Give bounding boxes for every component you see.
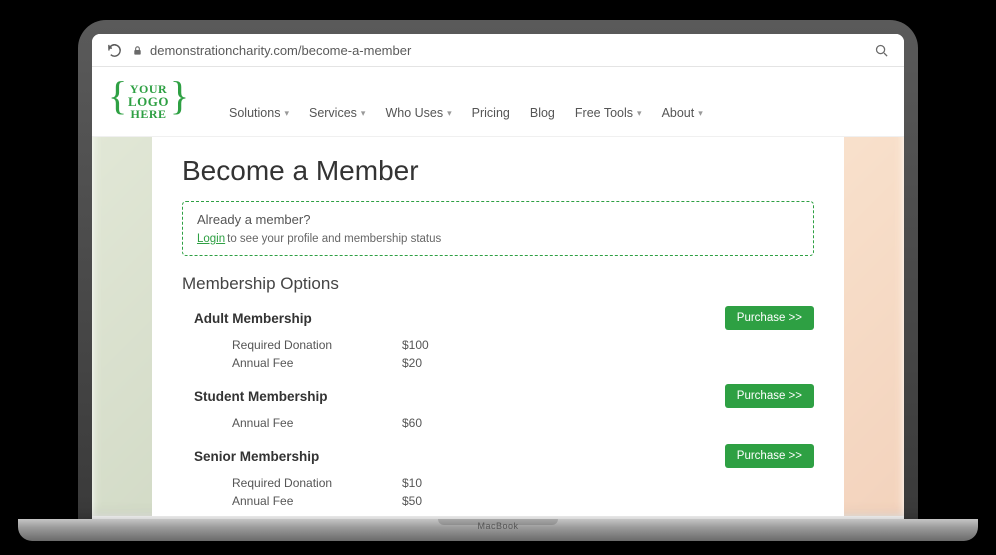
membership-option-senior: Senior Membership Purchase >> Required D…: [182, 444, 814, 510]
purchase-button-adult[interactable]: Purchase >>: [725, 306, 814, 330]
browser-address-bar: demonstrationcharity.com/become-a-member: [92, 34, 904, 67]
laptop-hinge: MacBook: [18, 519, 978, 541]
url-text: demonstrationcharity.com/become-a-member: [150, 43, 411, 58]
purchase-button-senior[interactable]: Purchase >>: [725, 444, 814, 468]
chevron-down-icon: ▾: [447, 108, 452, 119]
lock-icon: [132, 44, 144, 56]
chevron-down-icon: ▾: [637, 108, 642, 119]
device-brand-label: MacBook: [477, 521, 518, 531]
login-callout: Already a member? Loginto see your profi…: [182, 201, 814, 256]
logo-line3: HERE: [128, 108, 169, 120]
fee-row: Required Donation $10: [232, 474, 814, 492]
fee-label: Annual Fee: [232, 354, 402, 372]
fee-value: $20: [402, 354, 422, 372]
logo-brace-right: }: [170, 77, 189, 115]
login-callout-heading: Already a member?: [197, 212, 799, 227]
page-body: { YOUR LOGO HERE } Solutions ▾ Services: [92, 67, 904, 516]
membership-option-adult: Adult Membership Purchase >> Required Do…: [182, 306, 814, 372]
nav-item-pricing[interactable]: Pricing: [472, 106, 510, 120]
logo-brace-left: {: [108, 77, 127, 115]
option-title: Senior Membership: [182, 449, 319, 464]
membership-options-heading: Membership Options: [182, 274, 814, 294]
nav-item-about[interactable]: About ▾: [662, 106, 703, 120]
nav-item-solutions[interactable]: Solutions ▾: [229, 106, 289, 120]
fee-value: $100: [402, 336, 429, 354]
search-icon[interactable]: [874, 42, 890, 58]
main-content: Become a Member Already a member? Logint…: [152, 137, 844, 516]
fee-row: Annual Fee $50: [232, 492, 814, 510]
url-area[interactable]: demonstrationcharity.com/become-a-member: [132, 43, 864, 58]
nav-label: Pricing: [472, 106, 510, 120]
nav-item-who-uses[interactable]: Who Uses ▾: [385, 106, 451, 120]
main-nav: Solutions ▾ Services ▾ Who Uses ▾ Pricin…: [229, 106, 703, 126]
fee-label: Annual Fee: [232, 492, 402, 510]
fee-label: Annual Fee: [232, 414, 402, 432]
site-header: { YOUR LOGO HERE } Solutions ▾ Services: [92, 67, 904, 137]
screen: demonstrationcharity.com/become-a-member…: [92, 34, 904, 519]
fee-label: Required Donation: [232, 474, 402, 492]
purchase-button-student[interactable]: Purchase >>: [725, 384, 814, 408]
fee-value: $10: [402, 474, 422, 492]
nav-label: Solutions: [229, 106, 280, 120]
login-link[interactable]: Login: [197, 233, 225, 245]
option-title: Student Membership: [182, 389, 328, 404]
fee-value: $50: [402, 492, 422, 510]
chevron-down-icon: ▾: [698, 108, 703, 119]
site-logo[interactable]: { YOUR LOGO HERE }: [118, 77, 179, 126]
nav-label: Blog: [530, 106, 555, 120]
nav-label: Free Tools: [575, 106, 633, 120]
page-title: Become a Member: [182, 155, 814, 187]
chevron-down-icon: ▾: [284, 108, 289, 119]
login-callout-subtext: Loginto see your profile and membership …: [197, 233, 799, 245]
fee-label: Required Donation: [232, 336, 402, 354]
nav-item-blog[interactable]: Blog: [530, 106, 555, 120]
fee-row: Required Donation $100: [232, 336, 814, 354]
fee-row: Annual Fee $60: [232, 414, 814, 432]
fee-value: $60: [402, 414, 422, 432]
nav-item-free-tools[interactable]: Free Tools ▾: [575, 106, 642, 120]
nav-item-services[interactable]: Services ▾: [309, 106, 365, 120]
membership-option-student: Student Membership Purchase >> Annual Fe…: [182, 384, 814, 432]
option-title: Adult Membership: [182, 311, 312, 326]
nav-label: Services: [309, 106, 357, 120]
chevron-down-icon: ▾: [361, 108, 366, 119]
nav-label: About: [662, 106, 695, 120]
laptop-frame: demonstrationcharity.com/become-a-member…: [78, 20, 918, 519]
login-callout-rest: to see your profile and membership statu…: [227, 233, 441, 245]
nav-label: Who Uses: [385, 106, 443, 120]
reload-icon[interactable]: [106, 42, 122, 58]
fee-row: Annual Fee $20: [232, 354, 814, 372]
